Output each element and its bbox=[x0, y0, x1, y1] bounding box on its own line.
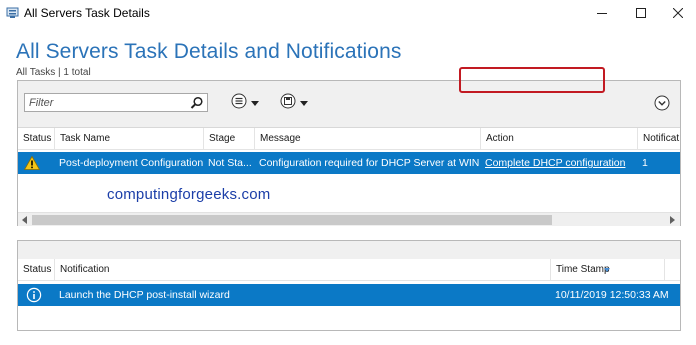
column-status[interactable]: Status bbox=[18, 259, 54, 281]
time-stamp-cell: 10/11/2019 12:50:33 AM bbox=[555, 289, 669, 301]
chevron-down-icon bbox=[251, 94, 259, 112]
column-status[interactable]: Status bbox=[18, 128, 54, 150]
view-options-button[interactable] bbox=[231, 93, 259, 114]
server-manager-icon bbox=[6, 6, 19, 19]
save-query-button[interactable] bbox=[280, 93, 308, 114]
page-title: All Servers Task Details and Notificatio… bbox=[16, 40, 402, 63]
watermark-text: computingforgeeks.com bbox=[107, 186, 271, 203]
notifications-count-cell: 1 bbox=[642, 157, 648, 169]
filter-box bbox=[24, 93, 208, 112]
title-bar: All Servers Task Details bbox=[0, 0, 696, 26]
minimize-button[interactable] bbox=[582, 0, 622, 26]
column-notifications[interactable]: Notificat bbox=[637, 128, 680, 150]
maximize-button[interactable] bbox=[621, 0, 661, 26]
notifications-panel: Status Notification Time Stamp Launch th… bbox=[17, 240, 681, 331]
info-icon bbox=[26, 284, 50, 306]
sort-descending-icon bbox=[604, 259, 610, 277]
window-title: All Servers Task Details bbox=[24, 6, 150, 20]
list-options-icon bbox=[231, 93, 247, 114]
notifications-toolbar bbox=[18, 241, 680, 259]
table-row[interactable]: Launch the DHCP post-install wizard 10/1… bbox=[18, 284, 680, 306]
action-cell: Complete DHCP configuration bbox=[480, 152, 637, 174]
close-icon bbox=[673, 8, 683, 18]
scroll-left-icon[interactable] bbox=[19, 214, 31, 226]
close-button[interactable] bbox=[658, 0, 696, 26]
search-icon[interactable] bbox=[190, 96, 204, 110]
filter-input[interactable] bbox=[29, 96, 189, 110]
scroll-right-icon[interactable] bbox=[666, 214, 678, 226]
column-message[interactable]: Message bbox=[254, 128, 480, 150]
chevron-circle-down-icon[interactable] bbox=[654, 95, 670, 111]
notifications-table-header: Status Notification Time Stamp bbox=[18, 259, 680, 281]
column-stage[interactable]: Stage bbox=[203, 128, 254, 150]
chevron-down-icon bbox=[300, 94, 308, 112]
column-task-name[interactable]: Task Name bbox=[54, 128, 203, 150]
horizontal-scrollbar[interactable] bbox=[18, 212, 680, 226]
column-spacer bbox=[664, 259, 680, 281]
tasks-panel: Status Task Name Stage Message Action No… bbox=[17, 80, 681, 226]
table-row[interactable]: Post-deployment Configuration Not Sta...… bbox=[18, 152, 680, 174]
stage-cell: Not Sta... bbox=[208, 157, 252, 169]
column-notification[interactable]: Notification bbox=[54, 259, 550, 281]
warning-icon bbox=[24, 152, 48, 174]
scrollbar-thumb[interactable] bbox=[32, 215, 552, 225]
tasks-table-header: Status Task Name Stage Message Action No… bbox=[18, 128, 680, 150]
column-action[interactable]: Action bbox=[480, 128, 637, 150]
task-name-cell: Post-deployment Configuration bbox=[59, 157, 203, 169]
save-icon bbox=[280, 93, 296, 114]
minimize-icon bbox=[597, 8, 607, 18]
highlight-annotation bbox=[459, 67, 605, 93]
notification-cell: Launch the DHCP post-install wizard bbox=[59, 289, 230, 301]
task-count: All Tasks | 1 total bbox=[16, 67, 91, 78]
maximize-icon bbox=[636, 8, 646, 18]
message-cell: Configuration required for DHCP Server a… bbox=[259, 157, 480, 169]
complete-dhcp-configuration-link[interactable]: Complete DHCP configuration bbox=[485, 157, 625, 169]
